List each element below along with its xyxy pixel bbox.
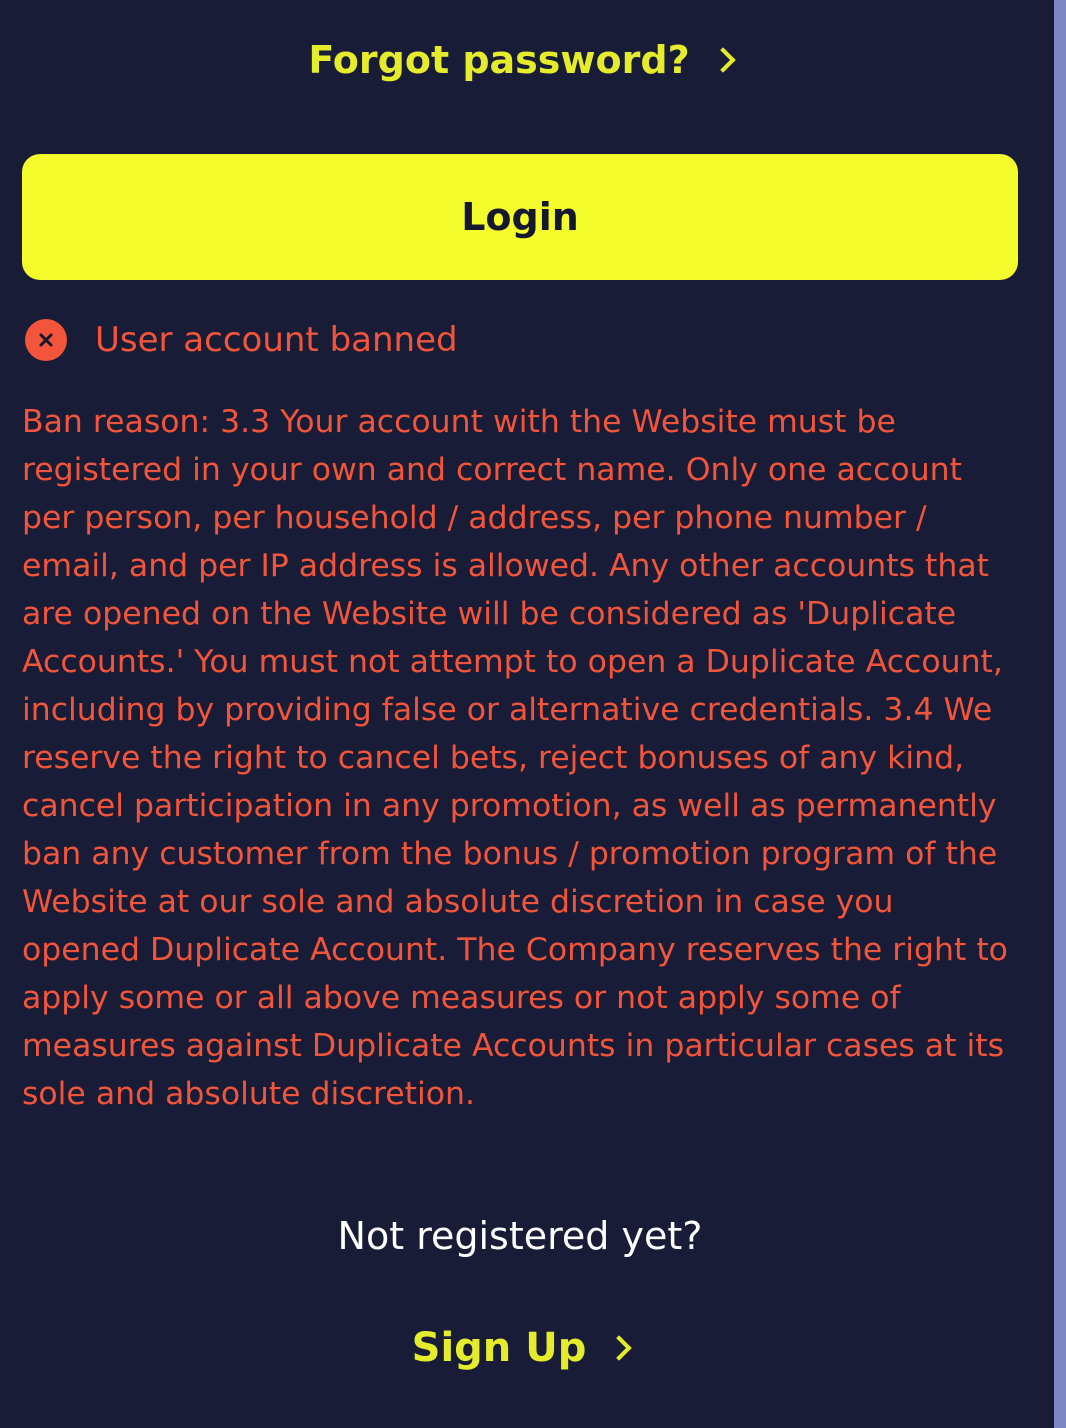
chevron-right-icon bbox=[606, 1335, 633, 1361]
scrollbar[interactable] bbox=[1054, 0, 1066, 1428]
error-message: User account banned bbox=[22, 318, 458, 362]
forgot-password-label: Forgot password? bbox=[308, 38, 690, 82]
login-button[interactable]: Login bbox=[22, 154, 1018, 280]
chevron-right-icon bbox=[709, 47, 736, 73]
sign-up-link[interactable]: Sign Up bbox=[22, 1320, 1018, 1376]
error-title: User account banned bbox=[95, 320, 458, 360]
forgot-password-link[interactable]: Forgot password? bbox=[22, 34, 1018, 86]
close-circle-icon bbox=[25, 319, 67, 361]
register-prompt: Not registered yet? bbox=[337, 1214, 703, 1258]
ban-reason-text: Ban reason: 3.3 Your account with the We… bbox=[22, 404, 1008, 1112]
login-button-label: Login bbox=[461, 195, 579, 239]
sign-up-label: Sign Up bbox=[411, 1325, 587, 1371]
